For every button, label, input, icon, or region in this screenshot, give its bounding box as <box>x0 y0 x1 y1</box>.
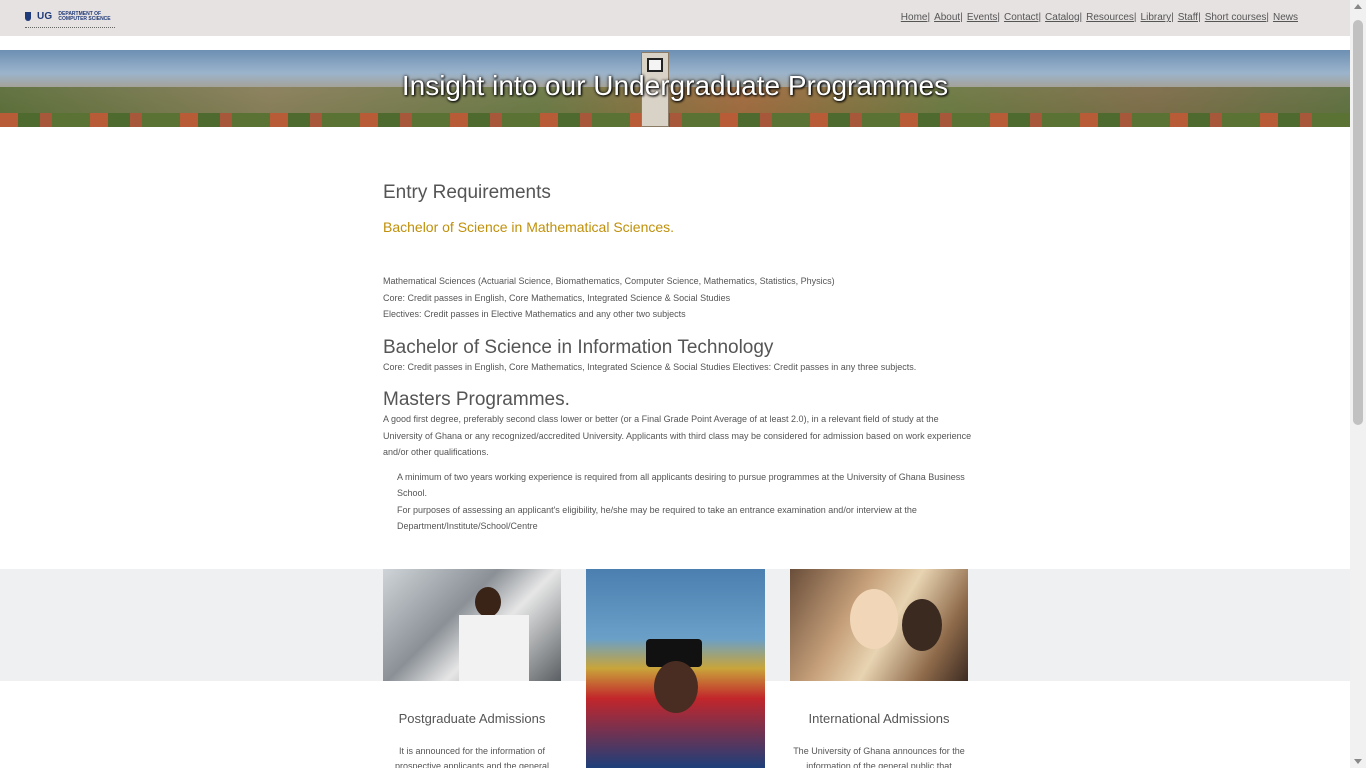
logo-mark: UG <box>37 11 53 22</box>
department-logo[interactable]: UG DEPARTMENT OF COMPUTER SCIENCE <box>25 6 115 28</box>
nav-short-courses[interactable]: Short courses| <box>1205 12 1269 23</box>
nav-staff[interactable]: Staff| <box>1178 12 1201 23</box>
main-nav: Home| About| Events| Contact| Catalog| R… <box>897 12 1298 23</box>
speaker-figure <box>654 661 698 713</box>
nav-resources[interactable]: Resources| <box>1086 12 1136 23</box>
bsc-math-title: Bachelor of Science in Mathematical Scie… <box>383 219 675 235</box>
math-line-2: Core: Credit passes in English, Core Mat… <box>383 292 731 303</box>
nav-catalog[interactable]: Catalog| <box>1045 12 1082 23</box>
bsc-it-text: Core: Credit passes in English, Core Mat… <box>383 361 917 372</box>
masters-note-1: A minimum of two years working experienc… <box>397 471 965 499</box>
main-content: Entry Requirements Bachelor of Science i… <box>383 182 973 535</box>
student-figure <box>850 589 898 649</box>
nav-news[interactable]: News <box>1273 12 1298 23</box>
logo-line-2: COMPUTER SCIENCE <box>58 15 111 22</box>
scroll-down-icon[interactable] <box>1354 759 1362 764</box>
nav-home[interactable]: Home| <box>901 12 930 23</box>
masters-notes: A minimum of two years working experienc… <box>383 469 973 535</box>
masters-heading: Masters Programmes. <box>383 389 570 410</box>
nav-contact[interactable]: Contact| <box>1004 12 1041 23</box>
graduation-speaker-image[interactable] <box>586 569 765 768</box>
hero-banner: Insight into our Undergraduate Programme… <box>0 50 1350 127</box>
logo-text: DEPARTMENT OF COMPUTER SCIENCE <box>58 11 111 22</box>
bsc-it-heading: Bachelor of Science in Information Techn… <box>383 336 774 358</box>
postgraduate-image[interactable] <box>383 569 561 681</box>
masters-note-2: For purposes of assessing an applicant's… <box>397 504 917 532</box>
postgraduate-admissions-title[interactable]: Postgraduate Admissions <box>383 711 561 726</box>
masters-text: A good first degree, preferably second c… <box>383 414 972 457</box>
international-admissions-text: The University of Ghana announces for th… <box>793 746 965 768</box>
banner-title: Insight into our Undergraduate Programme… <box>401 70 949 101</box>
scrollbar-thumb[interactable] <box>1353 20 1363 425</box>
postgraduate-admissions-text: It is announced for the information of p… <box>394 746 550 768</box>
international-image[interactable] <box>790 569 968 681</box>
lab-coat-shape <box>459 615 529 681</box>
international-admissions-title[interactable]: International Admissions <box>790 711 968 726</box>
top-navigation-bar: UG DEPARTMENT OF COMPUTER SCIENCE Home| … <box>0 0 1350 36</box>
math-line-3: Electives: Credit passes in Elective Mat… <box>383 309 686 319</box>
math-line-1: Mathematical Sciences (Actuarial Science… <box>383 276 835 286</box>
student-figure-2 <box>902 599 942 651</box>
scroll-up-icon[interactable] <box>1354 4 1362 9</box>
scientist-figure <box>475 587 501 617</box>
nav-events[interactable]: Events| <box>967 12 1000 23</box>
shield-icon <box>25 12 31 21</box>
page-scrollbar[interactable] <box>1350 0 1366 768</box>
banner-rooftops <box>0 113 1350 127</box>
entry-requirements-heading: Entry Requirements <box>383 182 551 203</box>
nav-about[interactable]: About| <box>934 12 963 23</box>
nav-library[interactable]: Library| <box>1141 12 1174 23</box>
